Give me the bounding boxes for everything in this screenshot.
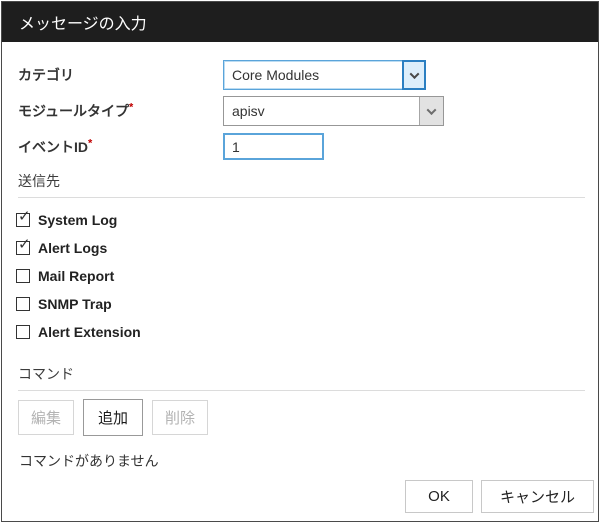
dialog-titlebar: メッセージの入力 xyxy=(2,2,598,42)
required-asterisk: * xyxy=(129,101,133,113)
message-input-dialog: メッセージの入力 カテゴリ Core Modules モジュールタイプ* api… xyxy=(1,1,599,522)
chevron-down-icon[interactable] xyxy=(419,97,443,125)
checkbox-label: SNMP Trap xyxy=(38,296,112,312)
divider xyxy=(18,390,585,391)
checkbox-row-system-log[interactable]: ✓ System Log xyxy=(16,206,598,234)
checkbox-label: Mail Report xyxy=(38,268,114,284)
category-label: カテゴリ xyxy=(18,65,223,85)
alert-extension-checkbox[interactable] xyxy=(16,325,30,339)
dialog-footer: OK キャンセル xyxy=(405,480,594,513)
checkbox-row-snmp-trap[interactable]: SNMP Trap xyxy=(16,290,598,318)
add-button[interactable]: 追加 xyxy=(83,399,143,436)
alert-logs-checkbox[interactable]: ✓ xyxy=(16,241,30,255)
checkmark-icon: ✓ xyxy=(18,209,31,224)
system-log-checkbox[interactable]: ✓ xyxy=(16,213,30,227)
command-section-label: コマンド xyxy=(18,364,598,384)
category-select[interactable]: Core Modules xyxy=(223,60,426,90)
checkbox-label: Alert Logs xyxy=(38,240,107,256)
checkbox-label: System Log xyxy=(38,212,117,228)
ok-button[interactable]: OK xyxy=(405,480,473,513)
snmp-trap-checkbox[interactable] xyxy=(16,297,30,311)
checkbox-row-mail-report[interactable]: Mail Report xyxy=(16,262,598,290)
mail-report-checkbox[interactable] xyxy=(16,269,30,283)
module-type-select[interactable]: apisv xyxy=(223,96,444,126)
chevron-glyph xyxy=(427,105,437,115)
divider xyxy=(18,197,585,198)
no-commands-message: コマンドがありません xyxy=(19,451,598,471)
required-asterisk: * xyxy=(88,137,92,149)
destinations-list: ✓ System Log ✓ Alert Logs Mail Report SN… xyxy=(2,206,598,346)
module-type-label-text: モジュールタイプ xyxy=(18,103,129,119)
checkbox-label: Alert Extension xyxy=(38,324,141,340)
checkbox-row-alert-logs[interactable]: ✓ Alert Logs xyxy=(16,234,598,262)
event-id-input[interactable] xyxy=(223,133,324,160)
event-id-row: イベントID* xyxy=(18,133,598,160)
event-id-label: イベントID* xyxy=(18,137,223,157)
cancel-button[interactable]: キャンセル xyxy=(481,480,594,513)
destinations-section-label: 送信先 xyxy=(18,171,598,191)
module-type-row: モジュールタイプ* apisv xyxy=(18,96,598,126)
command-toolbar: 編集 追加 削除 xyxy=(18,399,598,436)
command-section: コマンド 編集 追加 削除 コマンドがありません xyxy=(2,364,598,471)
module-type-label: モジュールタイプ* xyxy=(18,101,223,121)
checkmark-icon: ✓ xyxy=(18,237,31,252)
event-id-label-text: イベントID xyxy=(18,139,88,155)
edit-button[interactable]: 編集 xyxy=(18,400,74,435)
module-type-selected-value: apisv xyxy=(232,103,265,119)
chevron-down-icon[interactable] xyxy=(402,60,426,90)
delete-button[interactable]: 削除 xyxy=(152,400,208,435)
dialog-title: メッセージの入力 xyxy=(19,10,147,34)
category-row: カテゴリ Core Modules xyxy=(18,60,598,90)
category-selected-value: Core Modules xyxy=(232,67,319,83)
checkbox-row-alert-extension[interactable]: Alert Extension xyxy=(16,318,598,346)
chevron-glyph xyxy=(409,69,419,79)
